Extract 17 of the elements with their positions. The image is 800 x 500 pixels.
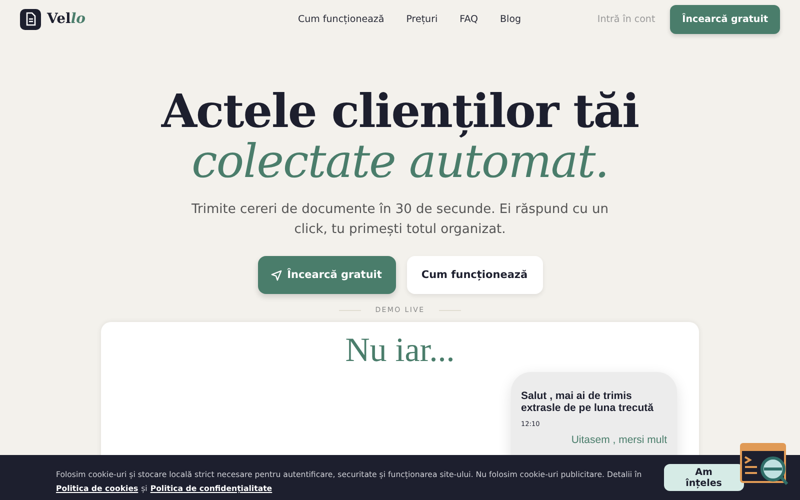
- logo-document-icon[interactable]: [20, 8, 41, 30]
- chat-message: Salut , mai ai de trimis extrasle de pe luna trecută: [521, 390, 654, 414]
- nav-link[interactable]: Cum funcționează: [298, 14, 384, 24]
- hero-title: Actele clienților tăi: [161, 86, 639, 136]
- try-free-button[interactable]: Încearcă gratuit: [670, 4, 780, 34]
- hero-subtitle-accent: colectate automat.: [192, 136, 608, 186]
- nav-link[interactable]: Prețuri: [406, 14, 438, 24]
- send-icon: [271, 270, 282, 280]
- nav-link[interactable]: Blog: [500, 14, 522, 24]
- accept-cookies-button[interactable]: Am înțeles: [664, 464, 744, 491]
- try-free-button[interactable]: Încearcă gratuit: [258, 256, 396, 294]
- chat-reply: Uitasem , mersi mult: [570, 434, 667, 446]
- logo-wordmark[interactable]: Vello: [47, 11, 86, 27]
- nav-link[interactable]: FAQ: [460, 14, 478, 24]
- how-it-works-button[interactable]: Cum funcționează: [406, 256, 542, 294]
- hero-description: Trimite cereri de documente în 30 de secunde. Ei răspund cu un click, tu primești totul organizat.: [190, 201, 610, 239]
- demo-heading: Nu iar...: [344, 332, 456, 370]
